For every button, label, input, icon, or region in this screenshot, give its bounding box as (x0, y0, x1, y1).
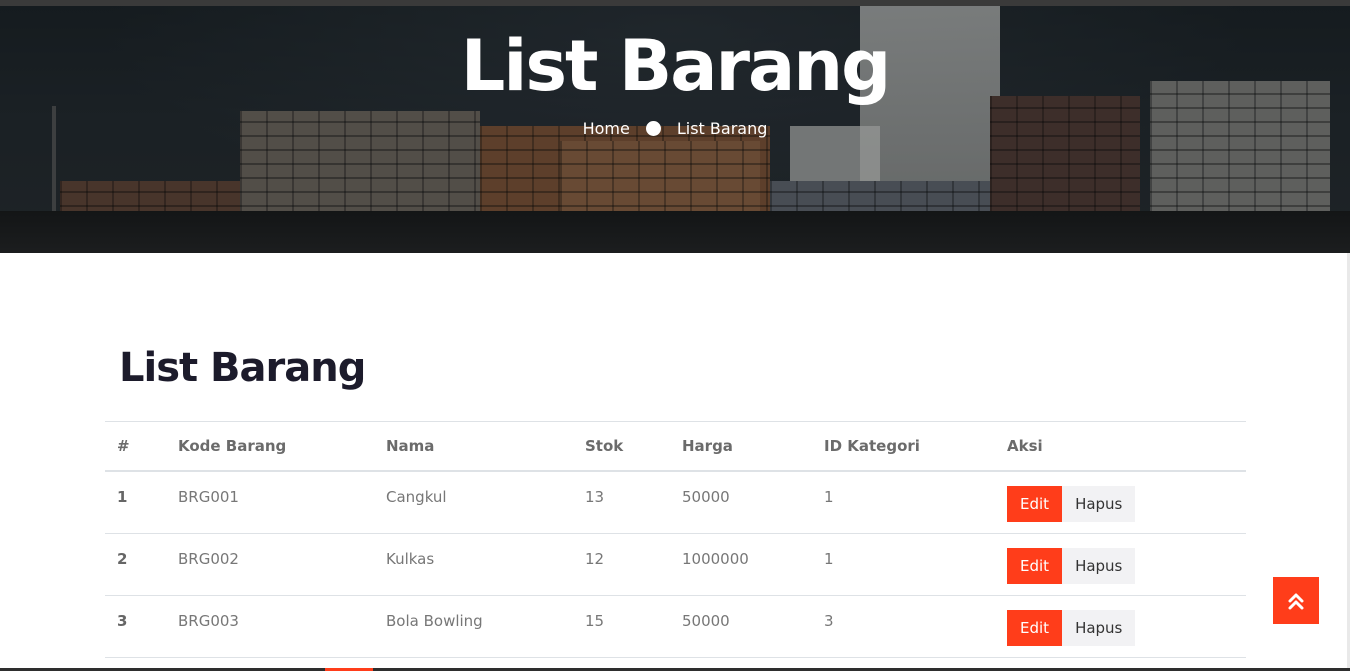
column-header-stok: Stok (573, 421, 670, 472)
harga-cell: 50000 (670, 471, 812, 534)
column-header-kode-barang: Kode Barang (166, 421, 374, 472)
breadcrumb: Home List Barang (0, 119, 1350, 138)
stok-cell: 13 (573, 471, 670, 534)
harga-cell: 50000 (670, 595, 812, 658)
harga-cell: 1000000 (670, 533, 812, 596)
row-number: 1 (105, 471, 166, 534)
edit-button[interactable]: Edit (1007, 547, 1063, 584)
edit-button[interactable]: Edit (1007, 609, 1063, 646)
barang-table: # Kode Barang Nama Stok Harga ID Kategor… (105, 421, 1246, 658)
hapus-button[interactable]: Hapus (1062, 486, 1136, 522)
kode-barang-cell: BRG002 (166, 533, 374, 596)
double-chevron-up-icon (1288, 593, 1304, 609)
page-header-banner: List Barang Home List Barang (0, 6, 1350, 253)
stok-cell: 15 (573, 595, 670, 658)
hapus-button[interactable]: Hapus (1062, 609, 1136, 646)
aksi-cell: Edit Hapus (995, 471, 1246, 534)
row-number: 3 (105, 595, 166, 658)
row-actions: Edit Hapus (1007, 609, 1234, 646)
nama-cell: Cangkul (374, 471, 573, 534)
row-actions: Edit Hapus (1007, 547, 1234, 584)
column-header-aksi: Aksi (995, 421, 1246, 472)
id-kategori-cell: 3 (812, 595, 995, 658)
breadcrumb-home-link[interactable]: Home (583, 119, 630, 138)
column-header-number: # (105, 421, 166, 472)
breadcrumb-separator-dot (645, 121, 661, 136)
hapus-button[interactable]: Hapus (1062, 547, 1136, 584)
table-row: 2 BRG002 Kulkas 12 1000000 1 Edit Hapus (105, 533, 1246, 596)
table-row: 1 BRG001 Cangkul 13 50000 1 Edit Hapus (105, 471, 1246, 534)
edit-button[interactable]: Edit (1007, 486, 1063, 522)
column-header-nama: Nama (374, 421, 573, 472)
kode-barang-cell: BRG003 (166, 595, 374, 658)
row-number: 2 (105, 533, 166, 596)
aksi-cell: Edit Hapus (995, 533, 1246, 596)
column-header-id-kategori: ID Kategori (812, 421, 995, 472)
table-header-row: # Kode Barang Nama Stok Harga ID Kategor… (105, 421, 1246, 472)
column-header-harga: Harga (670, 421, 812, 472)
stok-cell: 12 (573, 533, 670, 596)
row-actions: Edit Hapus (1007, 486, 1234, 522)
breadcrumb-current: List Barang (676, 119, 768, 138)
nama-cell: Kulkas (374, 533, 573, 596)
scroll-to-top-button[interactable] (1273, 577, 1319, 624)
kode-barang-cell: BRG001 (166, 471, 374, 534)
section-title: List Barang (119, 345, 366, 391)
aksi-cell: Edit Hapus (995, 595, 1246, 658)
nama-cell: Bola Bowling (374, 595, 573, 658)
id-kategori-cell: 1 (812, 471, 995, 534)
id-kategori-cell: 1 (812, 533, 995, 596)
table-row: 3 BRG003 Bola Bowling 15 50000 3 Edit Ha… (105, 595, 1246, 658)
page-title: List Barang (460, 25, 891, 107)
